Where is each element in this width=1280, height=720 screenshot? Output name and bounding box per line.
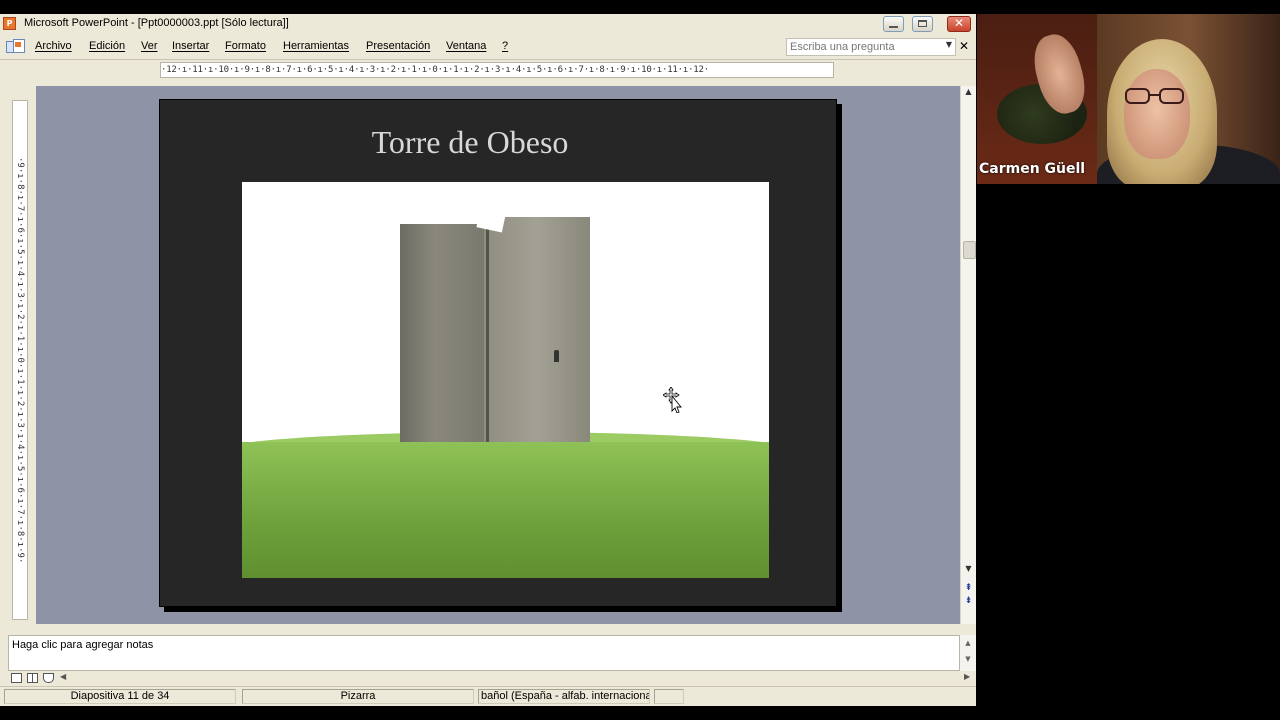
close-icon: ✕ [953,16,965,30]
menu-archivo[interactable]: Archivo [35,40,72,52]
notes-placeholder[interactable]: Haga clic para agregar notas [12,639,153,651]
menu-formato[interactable]: Formato [225,40,266,52]
ask-question-input[interactable]: Escriba una pregunta ▼ [786,38,956,56]
slide-sorter-icon[interactable] [27,673,38,683]
menu-bar: Archivo Edición Ver Insertar Formato Her… [0,34,976,60]
menu-herramientas[interactable]: Herramientas [283,40,349,52]
restore-icon [918,20,927,27]
video-participant-tile[interactable]: Carmen Güell [977,14,1280,184]
slide-title[interactable]: Torre de Obeso [160,124,780,161]
slideshow-view-icon[interactable] [43,673,54,683]
chevron-down-icon[interactable]: ▼ [946,40,952,49]
document-menu-icon[interactable] [6,39,25,54]
horizontal-ruler: ·12·ı·11·ı·10·ı·9·ı·8·ı·7·ı·6·ı·5·ı·4·ı·… [160,62,834,78]
scroll-left-icon[interactable]: ◀ [60,672,66,681]
scroll-down-icon[interactable]: ▼ [961,564,976,573]
minimize-button[interactable] [883,16,904,32]
menu-insertar[interactable]: Insertar [172,40,209,52]
scroll-up-icon[interactable]: ▲ [961,87,976,96]
work-area: ·12·ı·11·ı·10·ı·9·ı·8·ı·7·ı·6·ı·5·ı·4·ı·… [0,60,976,633]
view-buttons-bar: ◀ ▶ [0,672,976,686]
slide-scrollbar[interactable]: ▲ ▼ ⇞ ⇟ [960,86,976,624]
notes-area: Haga clic para agregar notas ▲ ▼ ◀ ▶ [0,634,976,686]
slide-pane: Torre de Obeso [36,86,960,624]
restore-button[interactable] [912,16,933,32]
scroll-thumb[interactable] [963,241,976,259]
move-cursor-icon [663,387,682,413]
close-document-icon[interactable]: ✕ [959,39,969,53]
vertical-ruler: ·9·ı·8·ı·7·ı·6·ı·5·ı·4·ı·3·ı·2·ı·1·ı·0·ı… [12,100,28,620]
video-glasses [1125,88,1187,106]
next-slide-icon[interactable]: ⇟ [961,596,976,606]
menu-edicion[interactable]: Edición [89,40,125,52]
tower-window [554,350,559,362]
slide-photo[interactable] [242,182,769,578]
tower-right-face [484,217,590,442]
previous-slide-icon[interactable]: ⇞ [961,583,976,593]
notes-scrollbar[interactable]: ▲ ▼ [960,635,976,671]
normal-view-icon[interactable] [11,673,22,683]
participant-name: Carmen Güell [979,161,1086,177]
status-bar: Diapositiva 11 de 34 Pizarra bañol (Espa… [0,686,976,706]
scroll-right-icon[interactable]: ▶ [964,672,970,681]
menu-presentacion[interactable]: Presentación [366,40,430,52]
design-template-name: Pizarra [242,689,474,704]
powerpoint-app-icon[interactable]: P [3,17,16,30]
menu-help[interactable]: ? [502,40,508,52]
status-empty-cell [654,689,684,704]
notes-pane[interactable]: Haga clic para agregar notas [8,635,960,671]
menu-ver[interactable]: Ver [141,40,158,52]
title-bar: P Microsoft PowerPoint - [Ppt0000003.ppt… [0,14,976,34]
close-button[interactable]: ✕ [947,16,971,32]
window-title: Microsoft PowerPoint - [Ppt0000003.ppt [… [24,17,289,29]
tower-crack [486,222,489,442]
menu-ventana[interactable]: Ventana [446,40,486,52]
powerpoint-window: P Microsoft PowerPoint - [Ppt0000003.ppt… [0,14,976,706]
video-face [1124,69,1190,159]
photo-grass [242,442,769,578]
tower-left-face [400,224,486,442]
minimize-icon [889,26,898,28]
ask-question-placeholder: Escriba una pregunta [790,41,895,53]
slide[interactable]: Torre de Obeso [159,99,837,607]
slide-counter: Diapositiva 11 de 34 [4,689,236,704]
language-indicator: bañol (España - alfab. internacional) [478,689,650,704]
